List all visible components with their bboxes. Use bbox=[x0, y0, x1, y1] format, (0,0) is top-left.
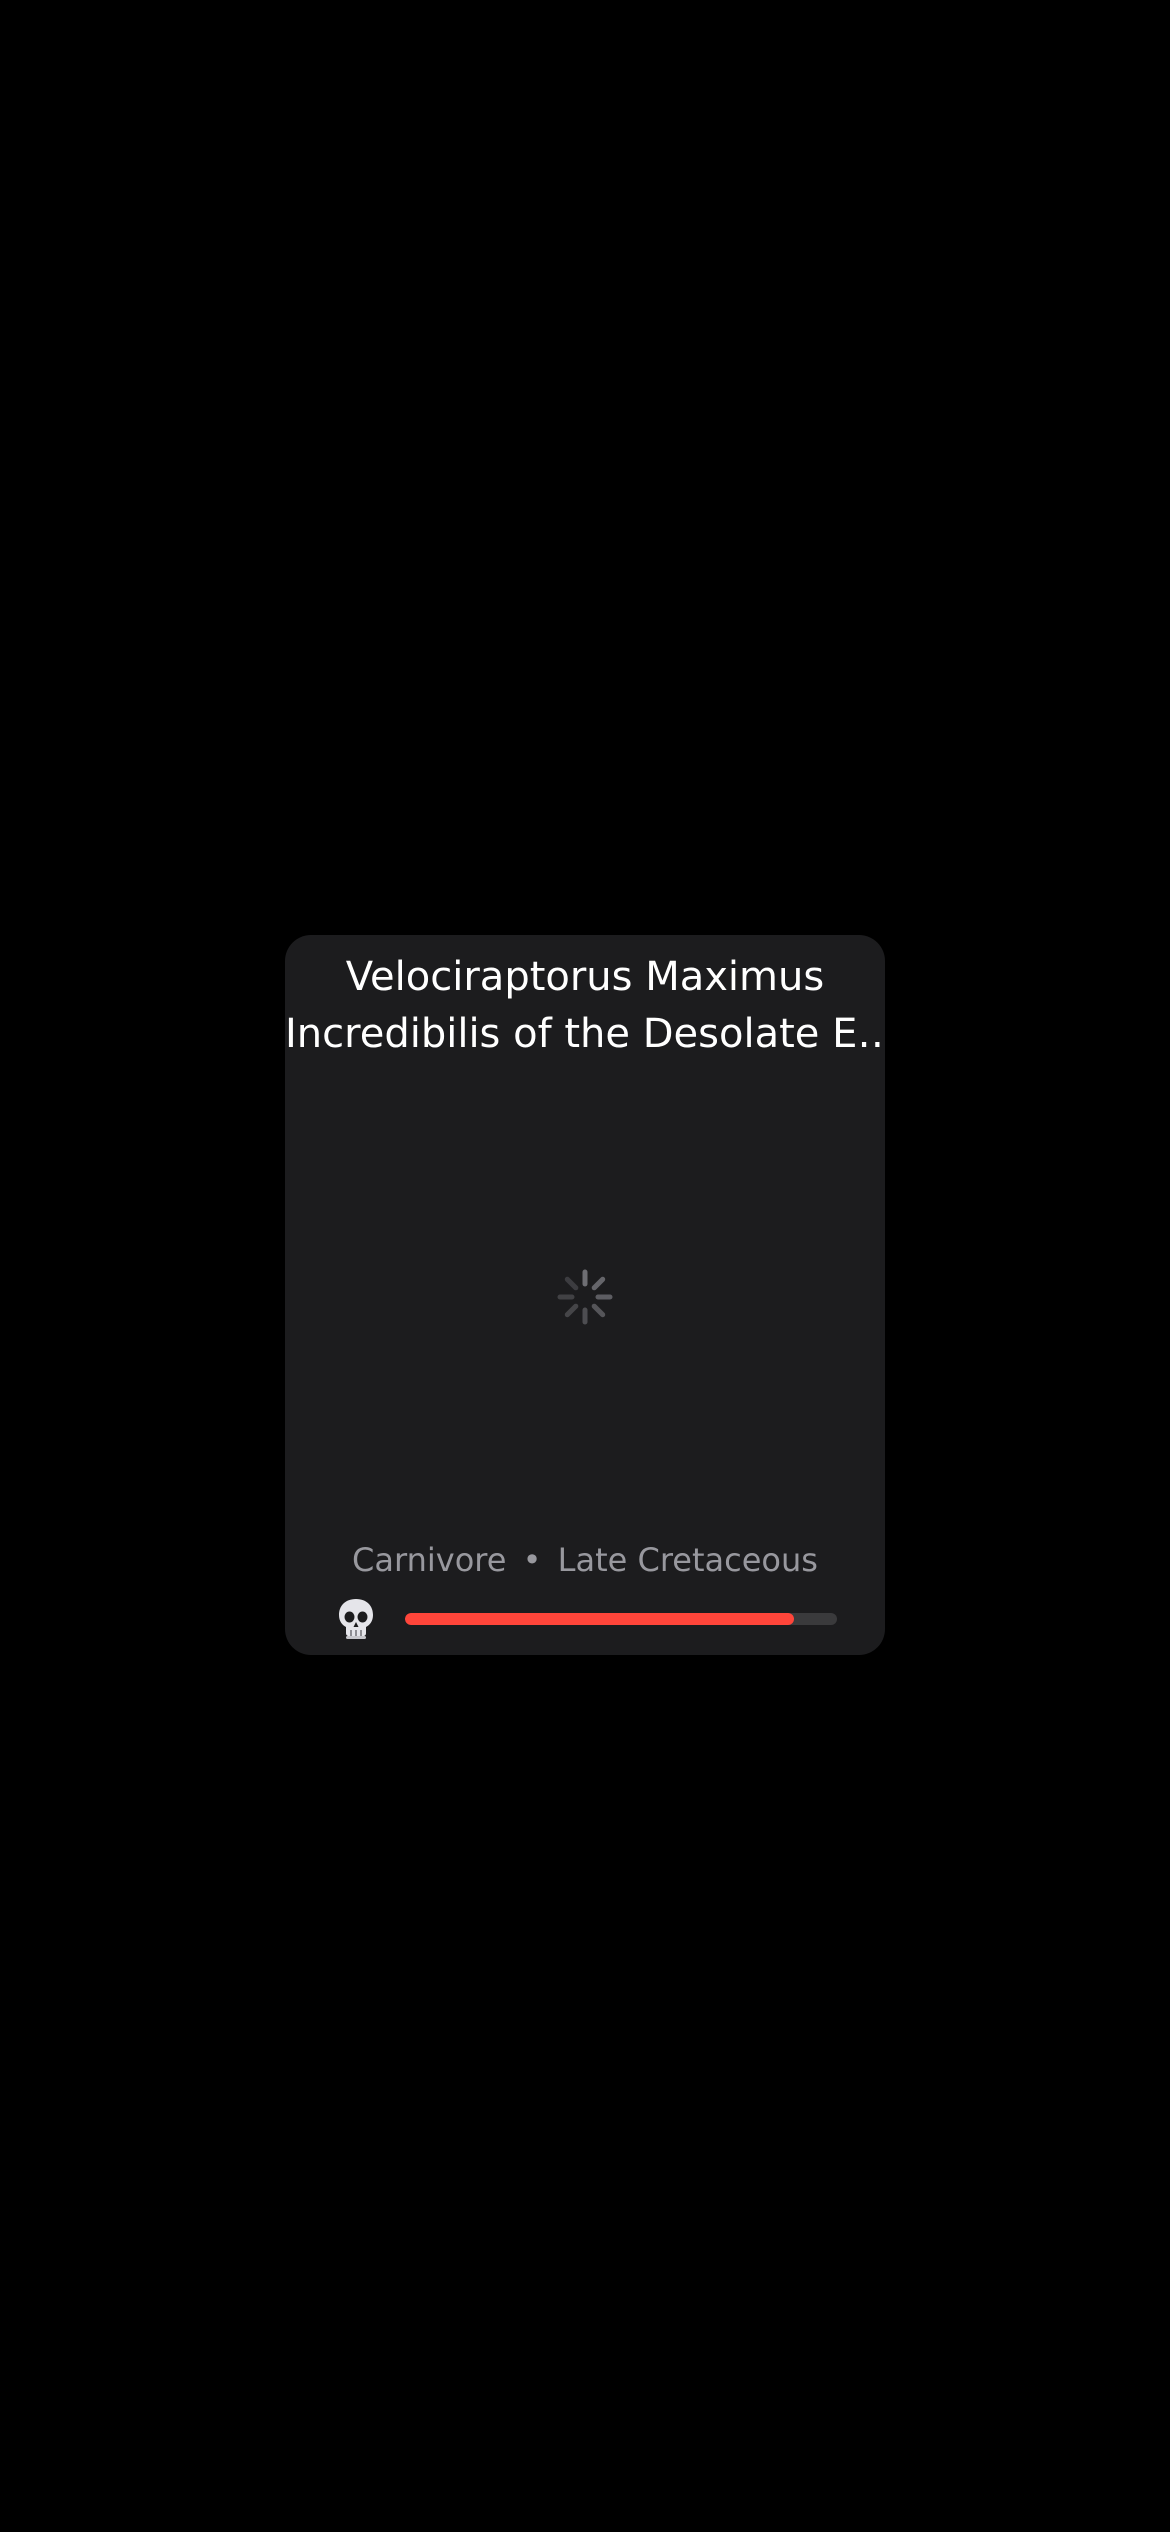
separator-dot: • bbox=[522, 1541, 542, 1579]
creature-subtitle: Carnivore • Late Cretaceous bbox=[285, 1540, 885, 1580]
health-bar-fill bbox=[405, 1613, 794, 1625]
creature-card[interactable]: Velociraptorus Maximus Incredibilis of t… bbox=[285, 935, 885, 1655]
creature-title-line-2: Incredibilis of the Desolate E… bbox=[285, 1011, 885, 1057]
health-bar bbox=[405, 1613, 837, 1625]
activity-spinner-icon bbox=[557, 1269, 613, 1325]
diet-label: Carnivore bbox=[352, 1541, 507, 1579]
period-label: Late Cretaceous bbox=[557, 1541, 818, 1579]
creature-title: Velociraptorus Maximus Incredibilis of t… bbox=[285, 949, 885, 1063]
creature-title-line-1: Velociraptorus Maximus bbox=[345, 954, 825, 1000]
skull-icon bbox=[339, 1599, 373, 1639]
